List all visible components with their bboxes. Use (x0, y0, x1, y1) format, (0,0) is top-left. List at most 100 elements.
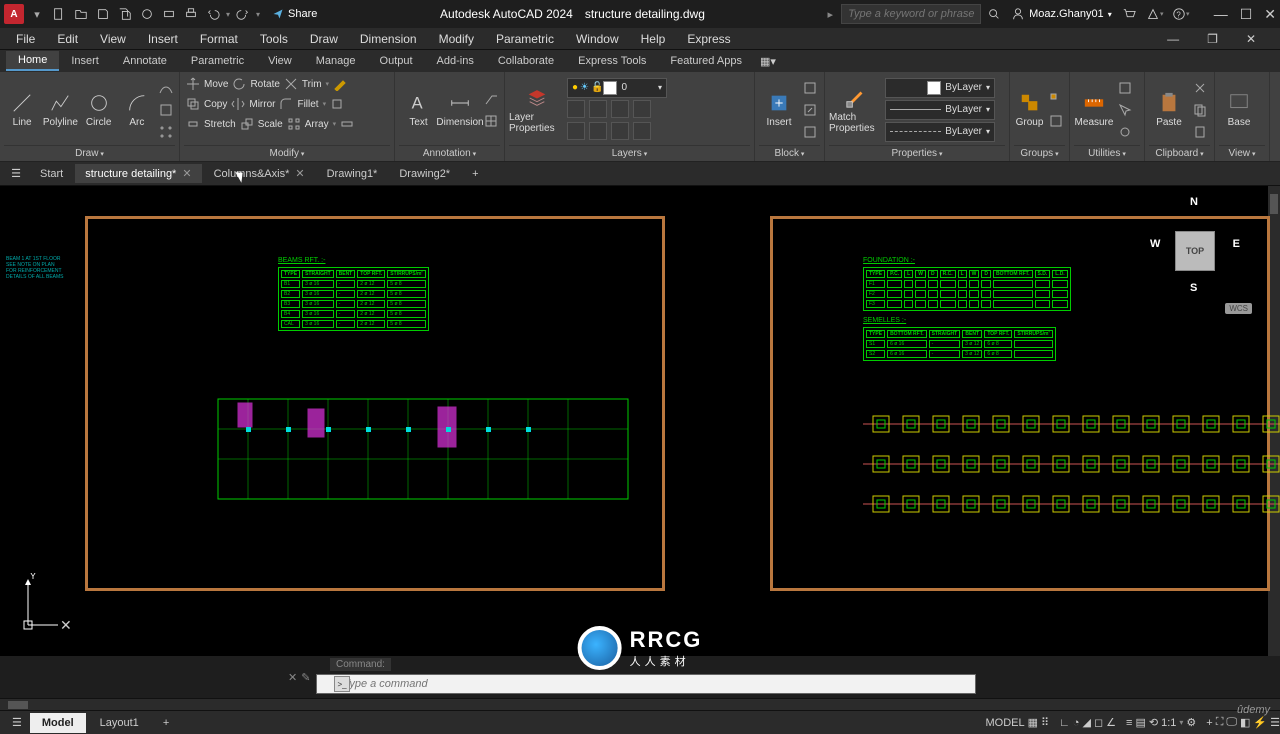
menu-modify[interactable]: Modify (429, 30, 484, 48)
ribbon-tab-view[interactable]: View (256, 52, 304, 70)
layer-tool-8[interactable] (633, 122, 651, 140)
cycling-icon[interactable]: ⟲ (1149, 716, 1158, 729)
layer-tool-4[interactable] (633, 100, 651, 118)
minimize-button[interactable]: — (1214, 6, 1228, 23)
ribbon-tab-annotate[interactable]: Annotate (111, 52, 179, 70)
tool-line[interactable]: Line (4, 91, 40, 128)
autodesk-app-icon[interactable]: ▾ (1146, 5, 1164, 23)
open-icon[interactable] (72, 5, 90, 23)
annotation-scale[interactable]: 1:1 (1161, 717, 1176, 729)
isodraft-icon[interactable]: ◢ (1083, 716, 1091, 729)
viewcube-top[interactable]: TOP (1175, 231, 1215, 271)
tool-copyclip[interactable] (1191, 100, 1209, 120)
new-layout-button[interactable]: + (153, 713, 179, 733)
monitor-icon[interactable]: 🖵 (1226, 716, 1237, 729)
menu-format[interactable]: Format (190, 30, 248, 48)
tool-edit-block[interactable] (801, 100, 819, 120)
transparency-icon[interactable]: ▤ (1135, 716, 1145, 729)
tool-leader[interactable] (482, 89, 500, 109)
tool-layer-properties[interactable]: Layer Properties (509, 86, 565, 134)
menu-window[interactable]: Window (566, 30, 629, 48)
plot-icon[interactable] (160, 5, 178, 23)
horizontal-scrollbar[interactable] (0, 698, 1280, 710)
tool-mirror[interactable]: Mirror (229, 94, 277, 114)
color-selector[interactable]: ByLayer▾ (885, 78, 995, 98)
layer-tool-1[interactable] (567, 100, 585, 118)
gear-icon[interactable]: ⚙ (1186, 716, 1196, 729)
filetab-drawing2[interactable]: Drawing2* (389, 165, 460, 183)
tool-explode[interactable] (328, 94, 346, 114)
snapmode-icon[interactable]: ⠿ (1041, 716, 1049, 729)
cmd-customize-icon[interactable]: ✎ (301, 671, 310, 684)
tool-polyline[interactable]: Polyline (42, 91, 78, 128)
layer-tool-7[interactable] (611, 122, 629, 140)
tool-copy[interactable]: Copy (184, 94, 229, 114)
tool-groupedit[interactable] (1047, 111, 1065, 131)
ribbon-tab-output[interactable]: Output (368, 52, 425, 70)
search-input[interactable] (841, 4, 981, 24)
layer-tool-2[interactable] (589, 100, 607, 118)
menu-edit[interactable]: Edit (47, 30, 88, 48)
lineweight-icon[interactable]: ≡ (1126, 717, 1132, 729)
filetab-structure-detailing[interactable]: structure detailing*✕ (75, 164, 201, 183)
help-icon[interactable]: ?▾ (1172, 5, 1190, 23)
tool-create-block[interactable] (801, 78, 819, 98)
lineweight-selector[interactable]: ByLayer▾ (885, 100, 995, 120)
polar-icon[interactable]: ◔ (1073, 717, 1080, 729)
search-icon[interactable] (985, 5, 1003, 23)
tool-attr-block[interactable] (801, 122, 819, 142)
objecttrack-icon[interactable]: ∠ (1106, 716, 1116, 729)
layer-tool-5[interactable] (567, 122, 585, 140)
workspace-plus-icon[interactable]: + (1206, 717, 1212, 729)
tool-measure[interactable]: Measure (1074, 91, 1114, 128)
canvas-marker-close[interactable]: ✕ (60, 617, 72, 634)
menu-view[interactable]: View (90, 30, 136, 48)
tool-trim[interactable]: Trim▾ (282, 74, 331, 94)
tool-move[interactable]: Move (184, 74, 230, 94)
undo-icon[interactable] (204, 5, 222, 23)
viewcube-wcs[interactable]: WCS (1225, 303, 1252, 314)
close-button[interactable]: ✕ (1264, 6, 1276, 23)
layer-tool-3[interactable] (611, 100, 629, 118)
menu-help[interactable]: Help (631, 30, 676, 48)
menu-file[interactable]: File (6, 30, 45, 48)
tool-select[interactable] (1116, 100, 1134, 120)
filetab-drawing1[interactable]: Drawing1* (317, 165, 388, 183)
tool-offset[interactable] (338, 114, 356, 134)
tool-circle[interactable]: Circle (81, 91, 117, 128)
tool-pastespec[interactable] (1191, 122, 1209, 142)
space-toggle[interactable]: MODEL (986, 717, 1025, 729)
ribbon-tab-addins[interactable]: Add-ins (425, 52, 486, 70)
layout-menu-icon[interactable]: ☰ (6, 716, 28, 729)
save-icon[interactable] (94, 5, 112, 23)
file-tabs-burger-icon[interactable]: ☰ (4, 167, 28, 180)
print-icon[interactable] (182, 5, 200, 23)
cmd-close-icon[interactable]: ✕ (288, 671, 297, 684)
doc-minimize[interactable]: — (1157, 30, 1189, 48)
maximize-button[interactable]: ☐ (1240, 6, 1253, 23)
ribbon-tab-manage[interactable]: Manage (304, 52, 368, 70)
ortho-icon[interactable]: ∟ (1059, 717, 1070, 729)
menu-tools[interactable]: Tools (250, 30, 298, 48)
tool-cut[interactable] (1191, 78, 1209, 98)
linetype-selector[interactable]: ByLayer▾ (885, 122, 995, 142)
ribbon-tab-featuredapps[interactable]: Featured Apps (658, 52, 754, 70)
tool-base[interactable]: Base (1219, 91, 1259, 128)
tool-fillet[interactable]: Fillet▾ (277, 94, 328, 114)
ribbon-tab-insert[interactable]: Insert (59, 52, 111, 70)
ribbon-extra-icon[interactable]: ▦▾ (754, 52, 782, 71)
osnap-icon[interactable]: ◻ (1094, 716, 1103, 729)
tool-misc1[interactable] (157, 78, 175, 98)
tool-mark[interactable] (331, 74, 349, 94)
tool-insert[interactable]: Insert (759, 91, 799, 128)
grid-icon[interactable]: ▦ (1028, 716, 1038, 729)
menu-insert[interactable]: Insert (138, 30, 188, 48)
tool-paste[interactable]: Paste (1149, 91, 1189, 128)
filetab-columns-axis[interactable]: Columns&Axis*✕ (204, 164, 315, 183)
doc-restore[interactable]: ❐ (1197, 30, 1228, 48)
ribbon-tab-home[interactable]: Home (6, 51, 59, 71)
saveas-icon[interactable] (116, 5, 134, 23)
tool-count[interactable] (1116, 122, 1134, 142)
isolate-icon[interactable]: ◧ (1240, 716, 1250, 729)
tool-text[interactable]: AText (399, 91, 438, 128)
